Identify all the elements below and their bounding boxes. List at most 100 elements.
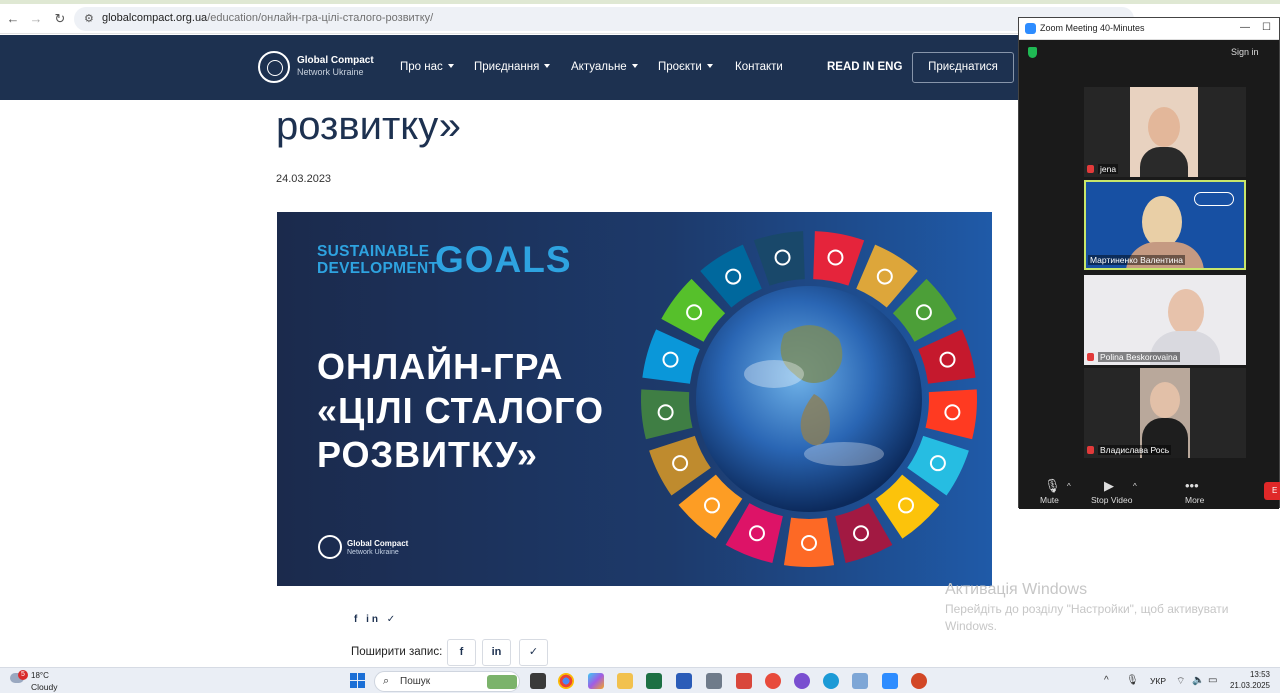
nav-label: Контакти [735, 61, 783, 73]
sdg-segment [641, 389, 693, 440]
task-view-icon[interactable] [530, 673, 546, 689]
volume-icon[interactable]: 🔈 [1192, 675, 1204, 686]
sdg-goals-word: GOALS [435, 239, 572, 280]
participant-tile[interactable]: jena [1084, 87, 1246, 177]
participant-tile-active-speaker[interactable]: Мартиненко Валентина [1084, 180, 1246, 270]
viber-icon[interactable] [794, 673, 810, 689]
url-text[interactable]: globalcompact.org.ua/education/онлайн-гр… [102, 12, 433, 24]
sdg-banner-image: SUSTAINABLE DEVELOPMENT GOALS ОНЛАЙН-ГРА… [277, 212, 992, 586]
powerpoint-icon[interactable] [911, 673, 927, 689]
banner-un-emblem-icon [318, 535, 342, 559]
earth-clouds [804, 442, 884, 466]
forward-icon[interactable]: → [28, 11, 44, 27]
opera-icon[interactable] [765, 673, 781, 689]
logo-line1[interactable]: Global Compact [297, 55, 374, 66]
participant-shoulders [1140, 147, 1188, 177]
background-logo [1194, 192, 1234, 206]
excel-icon[interactable] [646, 673, 662, 689]
nav-item-projects[interactable]: Проєкти [658, 61, 713, 73]
input-language[interactable]: УКР [1150, 676, 1166, 686]
muted-mic-icon [1087, 353, 1094, 361]
participant-tile[interactable]: Polina Beskorovaina [1084, 275, 1246, 365]
chrome-icon[interactable] [558, 673, 574, 689]
encryption-shield-icon[interactable] [1028, 47, 1037, 58]
share-mini-icons[interactable]: f in ✓ [354, 614, 398, 625]
nav-item-join[interactable]: Приєднання [474, 61, 551, 73]
share-facebook-button[interactable]: f [447, 639, 476, 666]
sdg-segment [918, 329, 976, 384]
join-button[interactable]: Приєднатися [912, 52, 1014, 83]
zoom-window-title: Zoom Meeting 40-Minutes [1040, 23, 1145, 33]
back-icon[interactable]: ← [5, 11, 21, 27]
video-camera-icon[interactable]: ▶ [1104, 478, 1114, 494]
clock-time[interactable]: 13:53 [1232, 670, 1270, 679]
zoom-titlebar[interactable]: Zoom Meeting 40-Minutes — ☐ [1019, 18, 1279, 40]
sdg-segment [875, 474, 940, 539]
photos-icon[interactable] [852, 673, 868, 689]
banner-logo-line1: Global Compact [347, 539, 409, 548]
more-label[interactable]: More [1185, 495, 1204, 505]
chevron-down-icon [447, 64, 454, 68]
nav-item-news[interactable]: Актуальне [571, 61, 638, 73]
site-header: Global Compact Network Ukraine Про нас П… [0, 35, 1018, 100]
participant-tile[interactable]: Владислава Рось [1084, 368, 1246, 458]
muted-mic-icon [1087, 165, 1094, 173]
weather-badge[interactable]: 5 [18, 670, 28, 680]
search-highlight-icon [487, 675, 517, 689]
taskbar-search-box[interactable]: ⌕ Пошук [374, 671, 520, 692]
address-bar[interactable]: ⚙ globalcompact.org.ua/education/онлайн-… [74, 7, 1134, 31]
search-placeholder: Пошук [400, 676, 431, 687]
participant-face [1168, 289, 1204, 335]
calculator-icon[interactable] [706, 673, 722, 689]
weather-condition[interactable]: Cloudy [31, 682, 57, 692]
nav-item-contacts[interactable]: Контакти [735, 61, 783, 73]
file-explorer-icon[interactable] [617, 673, 633, 689]
logo-line2[interactable]: Network Ukraine [297, 67, 364, 77]
sdg-segment [725, 503, 783, 563]
read-in-eng-link[interactable]: READ IN ENG [827, 61, 902, 73]
end-meeting-button[interactable]: E [1264, 482, 1280, 500]
nav-item-about[interactable]: Про нас [400, 61, 454, 73]
maximize-icon[interactable]: ☐ [1262, 22, 1271, 33]
sdg-segment [813, 231, 865, 286]
chevron-up-icon[interactable]: ^ [1067, 482, 1071, 491]
participant-name: jena [1098, 164, 1119, 174]
sdg-segment [783, 517, 835, 567]
sdg-wheel-graphic [641, 231, 977, 567]
site-info-icon[interactable]: ⚙ [84, 12, 94, 25]
clock-date[interactable]: 21.03.2025 [1226, 681, 1270, 690]
un-emblem-icon[interactable] [258, 51, 290, 83]
tray-mic-icon[interactable]: 🎙 [1126, 675, 1139, 686]
windows-activation-line1: Перейдіть до розділу "Настройки", щоб ак… [945, 602, 1229, 616]
participant-name: Polina Beskorovaina [1098, 352, 1180, 362]
sdg-segment [753, 231, 805, 286]
participant-video [1130, 87, 1198, 177]
battery-icon[interactable]: ▭ [1208, 675, 1217, 686]
zoom-sign-in-link[interactable]: Sign in [1231, 47, 1259, 57]
share-linkedin-button[interactable]: in [482, 639, 511, 666]
weather-temperature[interactable]: 18°C [31, 671, 49, 680]
muted-mic-icon [1087, 446, 1094, 454]
zoom-meeting-window: Zoom Meeting 40-Minutes — ☐ Sign in jena… [1018, 17, 1280, 509]
earth-clouds [744, 360, 804, 388]
wifi-icon[interactable]: ⌔ [1176, 675, 1185, 688]
stop-video-label[interactable]: Stop Video [1091, 495, 1132, 505]
zoom-taskbar-icon[interactable] [882, 673, 898, 689]
windows-start-icon[interactable] [350, 673, 365, 688]
minimize-icon[interactable]: — [1240, 22, 1250, 33]
more-dots-icon[interactable]: ••• [1185, 478, 1199, 493]
mail-app-icon[interactable] [736, 673, 752, 689]
reload-icon[interactable]: ↻ [52, 11, 68, 27]
skype-icon[interactable] [823, 673, 839, 689]
search-icon: ⌕ [383, 675, 390, 687]
mute-label[interactable]: Mute [1040, 495, 1059, 505]
share-twitter-button[interactable]: ✓ [519, 639, 548, 666]
chevron-up-icon[interactable]: ^ [1133, 482, 1137, 491]
microphone-icon[interactable]: 🎙 [1044, 478, 1061, 494]
url-path: /education/онлайн-гра-цілі-сталого-розви… [207, 12, 434, 24]
tray-overflow-icon[interactable]: ^ [1104, 675, 1109, 686]
windows-activation-line2: Windows. [945, 619, 998, 633]
word-icon[interactable] [676, 673, 692, 689]
copilot-icon[interactable] [588, 673, 604, 689]
banner-logo-line2: Network Ukraine [347, 549, 399, 556]
